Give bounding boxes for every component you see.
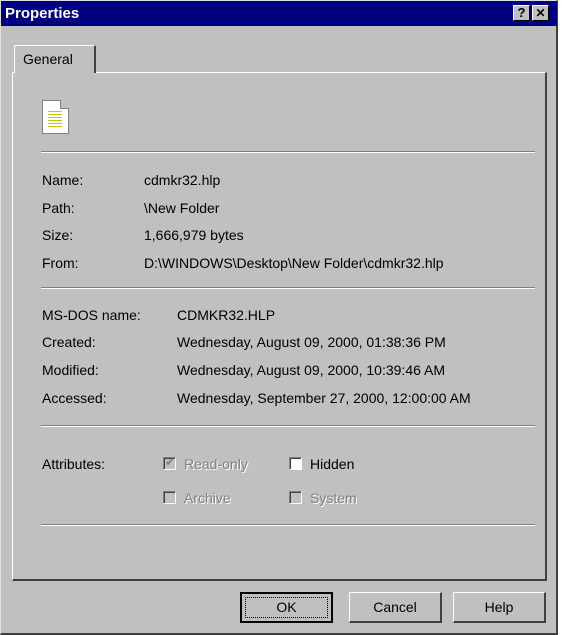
msdos-name-value: CDMKR32.HLP: [177, 307, 276, 323]
properties-dialog: Properties ? ✕ General Name: cdmkr32.hlp…: [0, 0, 558, 635]
archive-label[interactable]: Archive: [184, 490, 231, 506]
path-label: Path:: [42, 200, 75, 216]
close-icon[interactable]: ✕: [532, 5, 549, 21]
separator: [41, 151, 535, 153]
created-label: Created:: [42, 334, 96, 350]
tab-panel: [12, 72, 547, 581]
read-only-label[interactable]: Read-only: [184, 456, 248, 472]
name-label: Name:: [42, 172, 84, 188]
accessed-value: Wednesday, September 27, 2000, 12:00:00 …: [177, 390, 471, 406]
tab-general[interactable]: General: [14, 45, 96, 73]
read-only-checkbox[interactable]: ✔: [163, 455, 176, 470]
modified-label: Modified:: [42, 362, 99, 378]
modified-value: Wednesday, August 09, 2000, 10:39:46 AM: [177, 362, 446, 378]
checkmark-icon: ✔: [165, 455, 176, 469]
path-value: \New Folder: [144, 200, 220, 216]
from-label: From:: [42, 255, 79, 271]
archive-checkbox[interactable]: [163, 491, 176, 504]
system-label[interactable]: System: [310, 490, 357, 506]
window-title: Properties: [5, 5, 80, 22]
tab-general-label: General: [23, 51, 73, 67]
system-checkbox[interactable]: [289, 491, 302, 504]
hidden-checkbox[interactable]: [289, 457, 302, 470]
help-icon[interactable]: ?: [513, 5, 530, 21]
created-value: Wednesday, August 09, 2000, 01:38:36 PM: [177, 334, 446, 350]
cancel-button[interactable]: Cancel: [349, 592, 442, 623]
cancel-button-label: Cancel: [373, 599, 417, 615]
size-label: Size:: [42, 227, 74, 243]
separator: [41, 425, 535, 427]
separator: [41, 287, 535, 289]
size-value: 1,666,979 bytes: [144, 227, 244, 243]
accessed-label: Accessed:: [42, 390, 107, 406]
help-file-icon: [42, 100, 69, 134]
ok-button[interactable]: OK: [240, 592, 333, 623]
name-value: cdmkr32.hlp: [144, 172, 221, 188]
hidden-label[interactable]: Hidden: [310, 456, 354, 472]
separator: [41, 524, 535, 526]
attributes-label: Attributes:: [42, 456, 106, 472]
help-button-label: Help: [484, 599, 514, 615]
title-bar[interactable]: Properties ? ✕: [1, 1, 557, 26]
from-value: D:\WINDOWS\Desktop\New Folder\cdmkr32.hl…: [144, 255, 444, 271]
msdos-name-label: MS-DOS name:: [42, 307, 141, 323]
help-button[interactable]: Help: [453, 592, 546, 623]
ok-button-label: OK: [276, 599, 297, 615]
